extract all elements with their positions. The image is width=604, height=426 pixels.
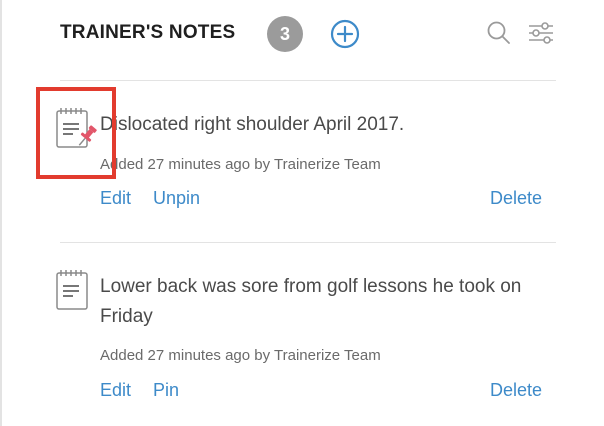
edit-note-button[interactable]: Edit (100, 188, 131, 209)
filter-button[interactable] (526, 18, 556, 48)
sliders-icon (529, 22, 553, 44)
search-button[interactable] (485, 19, 513, 47)
edit-note-button[interactable]: Edit (100, 380, 131, 401)
pin-note-button[interactable]: Pin (153, 380, 179, 401)
note-text: Lower back was sore from golf lessons he… (100, 276, 522, 327)
note-meta: Added 27 minutes ago by Trainerize Team (100, 156, 381, 173)
notepad-icon (55, 268, 97, 314)
search-icon (487, 21, 510, 44)
header-divider (60, 80, 556, 81)
notes-count-badge: 3 (267, 16, 303, 52)
plus-circle-icon (330, 19, 360, 49)
add-note-button[interactable] (330, 19, 360, 49)
page-title: TRAINER'S NOTES (60, 22, 236, 43)
notes-header: TRAINER'S NOTES 3 (60, 16, 556, 54)
note-text: Dislocated right shoulder April 2017. (100, 114, 405, 135)
delete-note-button[interactable]: Delete (490, 188, 542, 209)
note-meta: Added 27 minutes ago by Trainerize Team (100, 347, 381, 364)
note-divider (60, 242, 556, 243)
panel-left-border (0, 0, 2, 426)
pinned-icon-highlight (36, 87, 116, 179)
delete-note-button[interactable]: Delete (490, 380, 542, 401)
unpin-note-button[interactable]: Unpin (153, 188, 200, 209)
